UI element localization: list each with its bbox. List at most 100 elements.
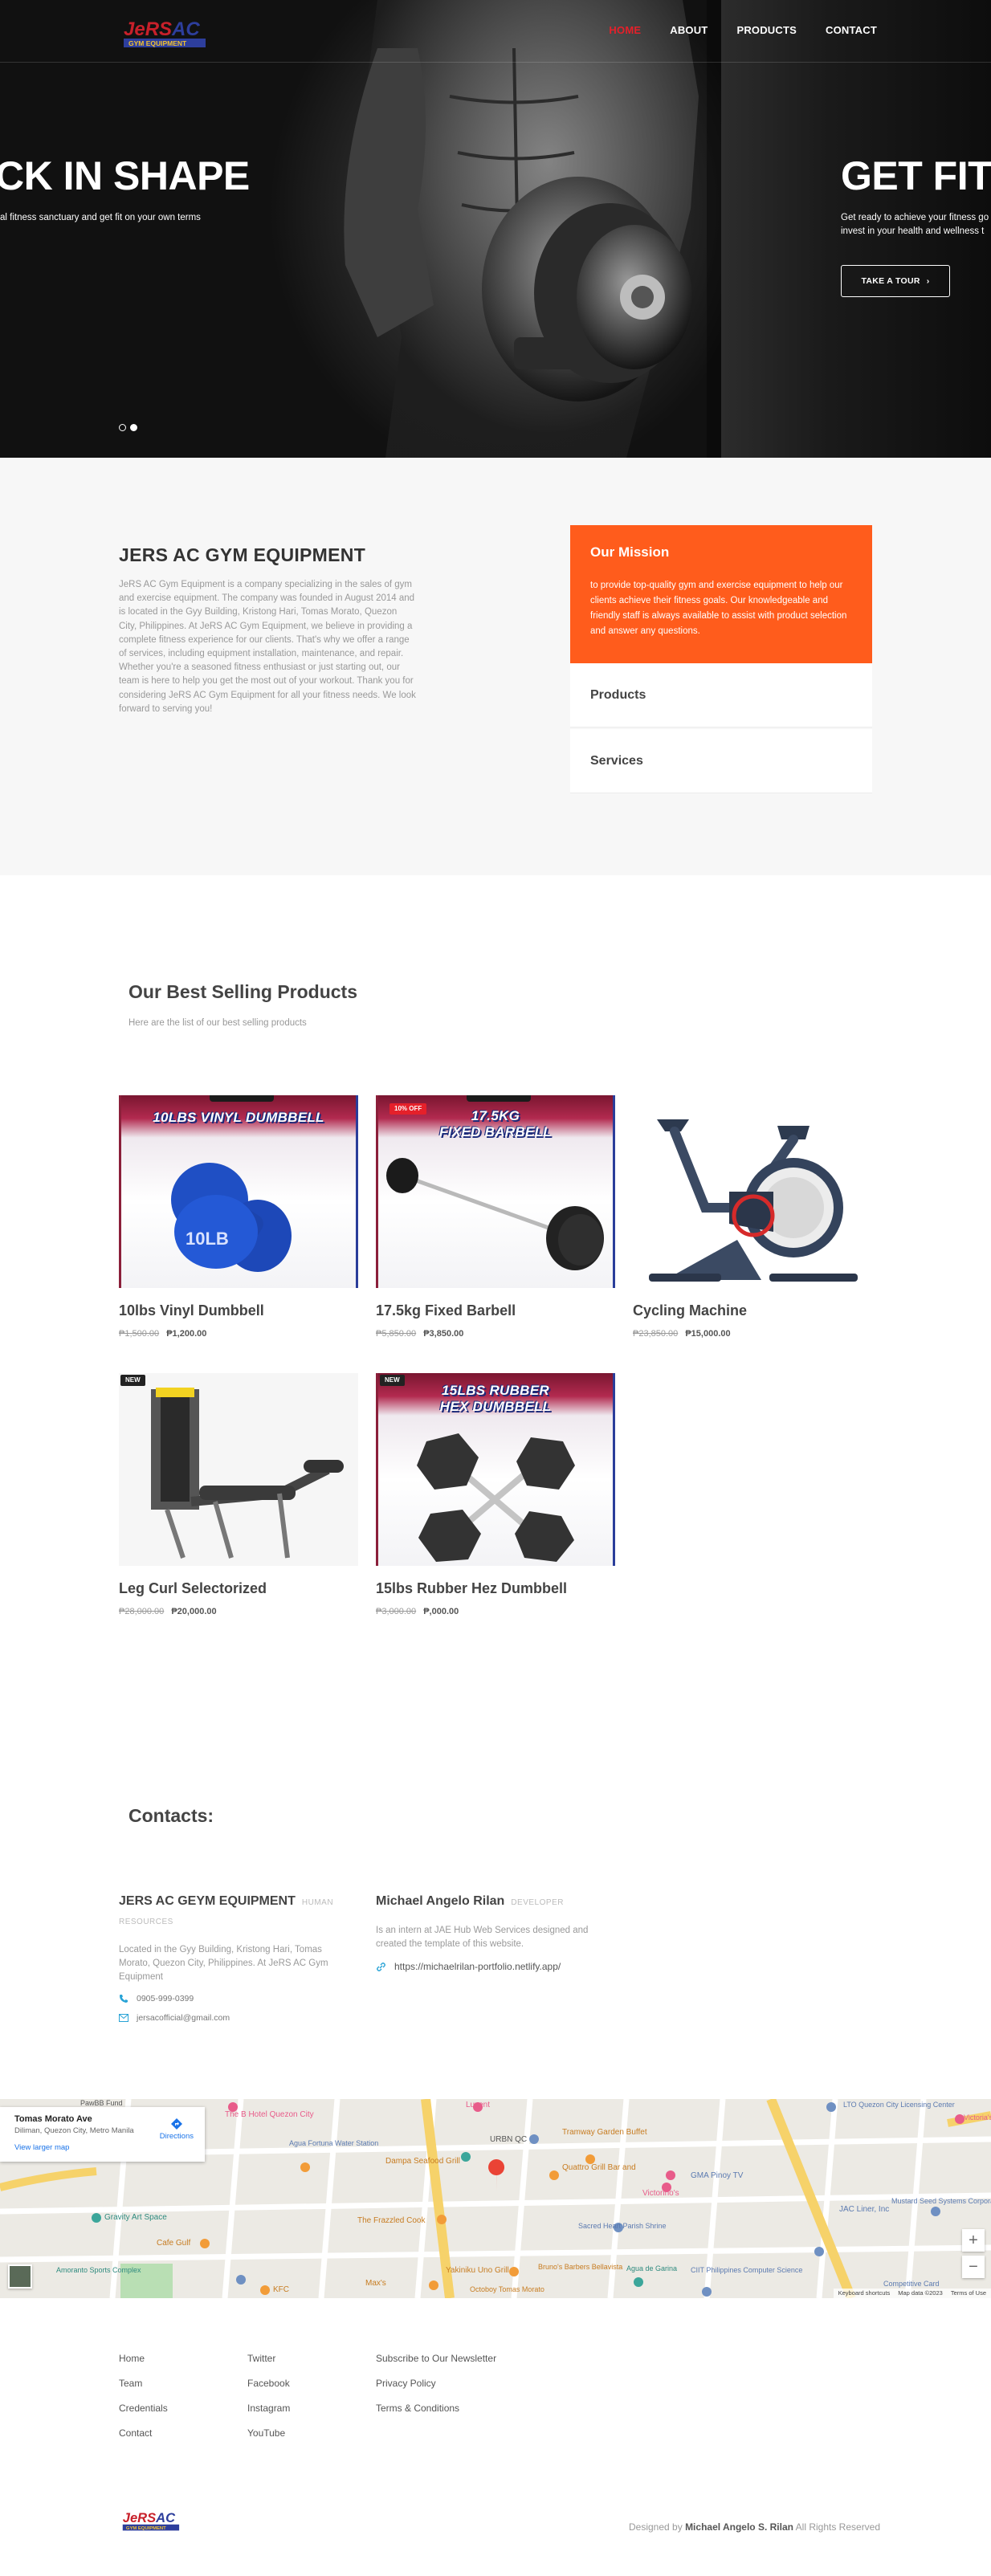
directions-label: Directions: [159, 2132, 194, 2141]
take-a-tour-label: TAKE A TOUR: [861, 276, 920, 286]
footer-link-newsletter[interactable]: Subscribe to Our Newsletter: [376, 2353, 496, 2378]
product-name[interactable]: 17.5kg Fixed Barbell: [376, 1302, 615, 1319]
email-address: jersacofficial@gmail.com: [137, 2013, 230, 2023]
map-place-card: Tomas Morato Ave Diliman, Quezon City, M…: [0, 2107, 205, 2162]
footer-link-terms[interactable]: Terms & Conditions: [376, 2403, 496, 2427]
product-poster: NEW 15LBS RUBBER HEX DUMBBELL: [376, 1373, 615, 1566]
cycling-machine-image: [649, 1119, 858, 1282]
nav-products[interactable]: PRODUCTS: [736, 24, 797, 36]
satellite-toggle[interactable]: [8, 2264, 32, 2289]
accordion-products[interactable]: Products: [570, 663, 872, 728]
footer-link-team[interactable]: Team: [119, 2378, 168, 2403]
slider-dot-1[interactable]: [119, 424, 126, 431]
map-label: Mustard Seed Systems Corporation: [891, 2197, 991, 2205]
slide-1-subtitle: al fitness sanctuary and get fit on your…: [0, 213, 201, 222]
footer-link-privacy[interactable]: Privacy Policy: [376, 2378, 496, 2403]
nav-contact[interactable]: CONTACT: [826, 24, 877, 36]
footer-link-facebook[interactable]: Facebook: [247, 2378, 290, 2403]
slide-2-subtitle-1: Get ready to achieve your fitness go: [841, 213, 989, 222]
zoom-in-button[interactable]: +: [962, 2229, 985, 2252]
product-image[interactable]: NEW: [119, 1373, 358, 1566]
product-card[interactable]: NEW 15LBS RUBBER HEX DUMBBELL 15lbs Rubb…: [376, 1373, 615, 1616]
svg-text:JeRS: JeRS: [124, 18, 172, 40]
mission-panel[interactable]: Our Mission to provide top-quality gym a…: [570, 525, 872, 663]
product-price: ₱23,850.00 ₱15,000.00: [633, 1329, 872, 1339]
product-price: ₱1,500.00 ₱1,200.00: [119, 1329, 358, 1339]
map-label: Agua Fortuna Water Station: [289, 2139, 379, 2147]
svg-text:AC: AC: [155, 2510, 176, 2525]
product-poster: 10LBS VINYL DUMBBELL 10LB: [119, 1095, 358, 1288]
sale-price: ₱3,850.00: [423, 1329, 464, 1339]
map-label: CIIT Philippines Computer Science: [691, 2266, 803, 2274]
keyboard-shortcuts-link[interactable]: Keyboard shortcuts: [838, 2289, 891, 2297]
svg-text:GYM EQUIPMENT: GYM EQUIPMENT: [128, 39, 187, 47]
contact-company: JERS AC GEYM EQUIPMENT HUMAN RESOURCES Lo…: [119, 1893, 352, 2023]
product-card[interactable]: Cycling Machine ₱23,850.00 ₱15,000.00: [633, 1095, 872, 1339]
about-title: JERS AC GYM EQUIPMENT: [119, 544, 366, 565]
zoom-out-button[interactable]: −: [962, 2256, 985, 2278]
directions-button[interactable]: Directions: [160, 2118, 194, 2141]
nav-about[interactable]: ABOUT: [670, 24, 708, 36]
footer-link-instagram[interactable]: Instagram: [247, 2403, 290, 2427]
rights-reserved: All Rights Reserved: [795, 2521, 881, 2533]
map-label: Agua de Garina: [626, 2264, 678, 2272]
old-price: ₱23,850.00: [633, 1329, 679, 1339]
map-label: JAC Liner, Inc: [839, 2205, 890, 2214]
product-name[interactable]: Cycling Machine: [633, 1302, 872, 1319]
map-label: The Frazzled Cook: [357, 2216, 426, 2225]
footer-logo[interactable]: JeRS AC GYM EQUIPMENT: [120, 2507, 185, 2534]
slider-dots: [119, 424, 137, 431]
portfolio-link-line[interactable]: https://michaelrilan-portfolio.netlify.a…: [376, 1961, 609, 1972]
footer-link-home[interactable]: Home: [119, 2353, 168, 2378]
company-name: JERS AC GEYM EQUIPMENT: [119, 1894, 296, 1908]
footer-link-contact[interactable]: Contact: [119, 2427, 168, 2452]
link-icon: [377, 1962, 385, 1971]
product-name[interactable]: 15lbs Rubber Hez Dumbbell: [376, 1580, 615, 1597]
take-a-tour-button[interactable]: TAKE A TOUR ›: [841, 265, 950, 297]
product-name[interactable]: 10lbs Vinyl Dumbbell: [119, 1302, 358, 1319]
product-image[interactable]: [633, 1095, 872, 1288]
about-body: JeRS AC Gym Equipment is a company speci…: [119, 580, 416, 714]
footer-link-twitter[interactable]: Twitter: [247, 2353, 290, 2378]
portfolio-link[interactable]: https://michaelrilan-portfolio.netlify.a…: [394, 1961, 561, 1972]
weight-label: 10LB: [186, 1229, 229, 1249]
phone-icon: [120, 1995, 128, 2003]
footer-link-credentials[interactable]: Credentials: [119, 2403, 168, 2427]
brand-logo[interactable]: JeRS AC GYM EQUIPMENT: [120, 16, 214, 50]
footer-link-youtube[interactable]: YouTube: [247, 2427, 290, 2452]
product-card[interactable]: NEW Leg Curl Selectorized ₱28,000.00 ₱20…: [119, 1373, 358, 1616]
product-card[interactable]: 10% OFF 17.5KG FIXED BARBELL 17.5kg Fixe…: [376, 1095, 615, 1339]
product-price: ₱5,850.00 ₱3,850.00: [376, 1329, 615, 1339]
slider-dot-2[interactable]: [130, 424, 137, 431]
product-image[interactable]: 10% OFF 17.5KG FIXED BARBELL: [376, 1095, 615, 1288]
map-label: Gravity Art Space: [104, 2213, 167, 2222]
nav-home[interactable]: HOME: [609, 24, 641, 36]
old-price: ₱28,000.00: [119, 1607, 165, 1616]
view-larger-map-link[interactable]: View larger map: [14, 2143, 190, 2152]
product-card[interactable]: 10LBS VINYL DUMBBELL 10LB 10lbs Vinyl Du…: [119, 1095, 358, 1339]
terms-of-use-link[interactable]: Terms of Use: [951, 2289, 986, 2297]
old-price: ₱3,000.00: [376, 1607, 417, 1616]
sale-price: ₱20,000.00: [171, 1607, 217, 1616]
barbell-image: [386, 1158, 604, 1270]
dumbbell-image: 10LB: [171, 1163, 292, 1272]
product-name[interactable]: Leg Curl Selectorized: [119, 1580, 358, 1597]
accordion-services[interactable]: Services: [570, 729, 872, 793]
phone-line[interactable]: 0905-999-0399: [119, 1994, 352, 2003]
map-label: Max's: [365, 2279, 386, 2288]
product-image[interactable]: 10LBS VINYL DUMBBELL 10LB: [119, 1095, 358, 1288]
developer-name: Michael Angelo Rilan: [376, 1894, 505, 1908]
products-title: Our Best Selling Products: [128, 981, 357, 1002]
top-navbar: JeRS AC GYM EQUIPMENT HOME ABOUT PRODUCT…: [0, 0, 991, 63]
map-label: Sacred Heart Parish Shrine: [578, 2222, 667, 2230]
map-label: Victorino's: [642, 2189, 679, 2198]
product-image[interactable]: NEW 15LBS RUBBER HEX DUMBBELL: [376, 1373, 615, 1566]
map-label: Amoranto Sports Complex: [56, 2266, 141, 2274]
google-map[interactable]: The B Hotel Quezon City Luxent LTO Quezo…: [0, 2099, 991, 2298]
hero-slider: JeRS AC GYM EQUIPMENT HOME ABOUT PRODUCT…: [0, 0, 991, 458]
developer-description: Is an intern at JAE Hub Web Services des…: [376, 1926, 589, 1949]
map-label: Competitive Card: [883, 2280, 940, 2288]
email-line[interactable]: jersacofficial@gmail.com: [119, 2013, 352, 2023]
main-menu: HOME ABOUT PRODUCTS CONTACT: [609, 24, 877, 36]
new-badge: NEW: [120, 1375, 145, 1386]
